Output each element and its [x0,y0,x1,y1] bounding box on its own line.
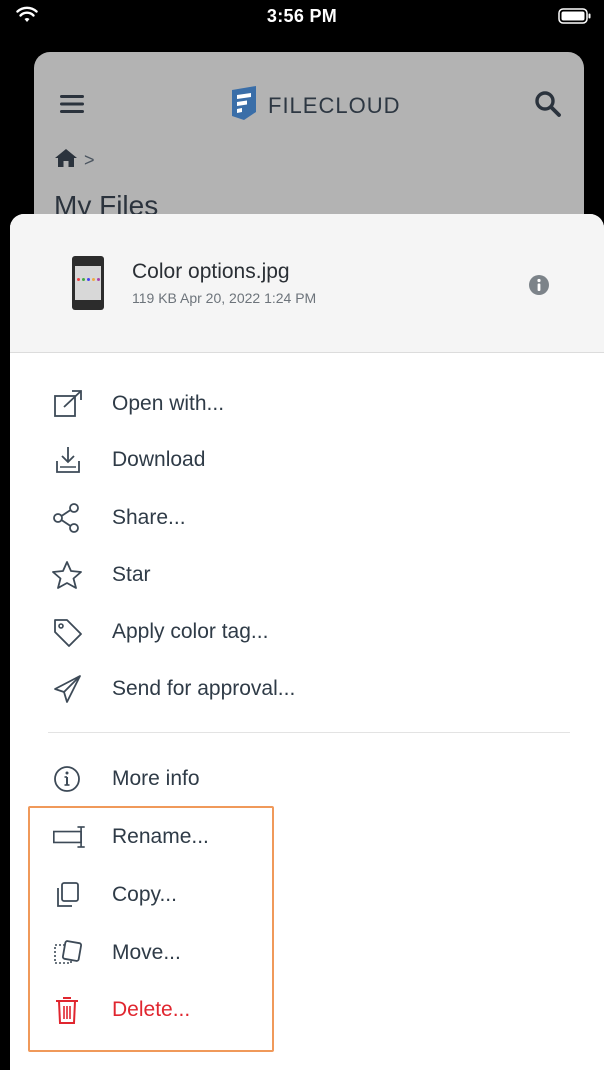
star-label: Star [112,563,151,586]
send-for-approval-item[interactable]: Send for approval... [52,669,295,709]
info-icon[interactable] [528,274,550,296]
download-icon [52,440,92,480]
home-icon[interactable] [54,148,78,173]
menu-divider [48,732,570,733]
file-summary: Color options.jpg 119 KB Apr 20, 2022 1:… [10,214,604,353]
filecloud-logo-icon [230,86,260,125]
info-circle-icon [52,759,92,799]
share-item[interactable]: Share... [52,498,186,538]
file-name: Color options.jpg [132,260,290,283]
open-with-label: Open with... [112,392,225,415]
battery-icon [558,8,592,29]
more-info-item[interactable]: More info [52,759,200,799]
file-meta: 119 KB Apr 20, 2022 1:24 PM [132,290,317,306]
status-time: 3:56 PM [266,6,338,26]
open-external-icon [52,384,92,424]
share-icon [52,498,92,538]
breadcrumb: > [54,148,95,173]
search-icon[interactable] [534,90,562,123]
download-label: Download [112,448,206,471]
open-with-item[interactable]: Open with... [52,384,224,424]
breadcrumb-separator: > [84,150,95,170]
logo-text: FILECLOUD [268,92,401,118]
star-item[interactable]: Star [52,555,151,595]
file-actions-sheet: Color options.jpg 119 KB Apr 20, 2022 1:… [10,214,604,1070]
tag-icon [52,612,92,652]
share-label: Share... [112,506,186,529]
highlight-box [28,806,274,1052]
star-icon [52,555,92,595]
apply-color-tag-label: Apply color tag... [112,620,269,643]
filecloud-logo: FILECLOUD [230,86,400,125]
apply-color-tag-item[interactable]: Apply color tag... [52,612,268,652]
more-info-label: More info [112,767,200,790]
send-icon [52,669,92,709]
file-thumbnail [72,256,104,310]
download-item[interactable]: Download [52,440,205,480]
hamburger-menu-icon[interactable] [60,94,86,119]
status-bar: 3:56 PM [0,0,604,36]
send-for-approval-label: Send for approval... [112,677,296,700]
